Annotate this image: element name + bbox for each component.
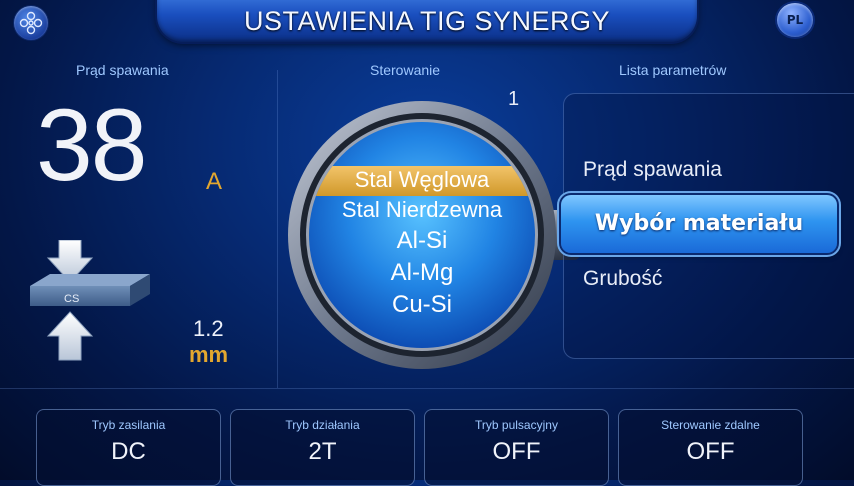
page-title: USTAWIENIA TIG SYNERGY	[243, 6, 611, 36]
logo-icon	[19, 11, 43, 35]
section-current-label: Prąd spawania	[76, 62, 169, 78]
thickness-icon	[30, 240, 150, 361]
power-mode-value: DC	[111, 438, 146, 465]
pulse-mode-label: Tryb pulsacyjny	[475, 418, 558, 432]
param-item-material-selected[interactable]: Wybór materiału	[561, 195, 837, 253]
remote-control-value: OFF	[686, 438, 735, 465]
operation-mode-label: Tryb działania	[285, 418, 360, 432]
current-unit: A	[206, 168, 223, 195]
material-item[interactable]: Al-Mg	[302, 257, 542, 289]
home-button[interactable]	[14, 6, 48, 40]
material-item[interactable]: Stal Nierdzewna	[302, 195, 542, 225]
power-mode-box[interactable]: Tryb zasilania DC	[36, 409, 221, 486]
section-params-label: Lista parametrów	[619, 62, 727, 78]
param-item-current[interactable]: Prąd spawania	[583, 158, 722, 182]
remote-control-box[interactable]: Sterowanie zdalne OFF	[618, 409, 803, 486]
remote-control-label: Sterowanie zdalne	[661, 418, 760, 432]
divider	[0, 388, 854, 389]
language-button[interactable]: PL	[777, 3, 813, 37]
current-value[interactable]: 38	[36, 94, 147, 196]
power-mode-label: Tryb zasilania	[91, 418, 166, 432]
material-tag: CS	[64, 293, 80, 305]
operation-mode-box[interactable]: Tryb działania 2T	[230, 409, 415, 486]
material-list[interactable]: Stal Węglowa Stal Nierdzewna Al-Si Al-Mg…	[302, 165, 542, 321]
thickness-unit: mm	[189, 342, 229, 367]
operation-mode-value: 2T	[308, 438, 337, 465]
pulse-mode-value: OFF	[492, 438, 541, 465]
material-item[interactable]: Al-Si	[302, 225, 542, 257]
param-item-thickness[interactable]: Grubość	[583, 267, 662, 291]
thickness-value[interactable]: 1.2	[193, 316, 224, 342]
divider	[277, 70, 278, 388]
section-control-label: Sterowanie	[370, 62, 441, 78]
material-item[interactable]: Cu-Si	[302, 289, 542, 321]
material-item-selected[interactable]: Stal Węglowa	[302, 165, 542, 195]
pulse-mode-box[interactable]: Tryb pulsacyjny OFF	[424, 409, 609, 486]
